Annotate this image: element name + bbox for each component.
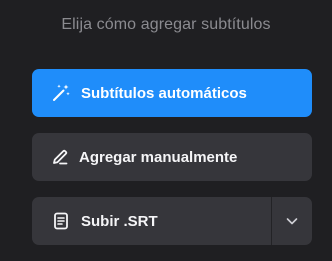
auto-subtitles-button[interactable]: Subtítulos automáticos [32, 69, 312, 117]
upload-srt-label: Subir .SRT [81, 212, 158, 230]
document-icon [51, 211, 71, 231]
subtitle-options-panel: Elija cómo agregar subtítulos Subtítulos… [0, 0, 332, 261]
panel-heading: Elija cómo agregar subtítulos [61, 16, 271, 33]
add-manually-button[interactable]: Agregar manualmente [32, 133, 312, 181]
upload-srt-button[interactable]: Subir .SRT [32, 197, 271, 245]
upload-srt-dropdown-toggle[interactable] [272, 197, 312, 245]
magic-wand-icon [51, 83, 71, 103]
auto-subtitles-label: Subtítulos automáticos [81, 84, 247, 102]
pencil-icon [50, 147, 70, 167]
upload-srt-split-button: Subir .SRT [32, 197, 312, 245]
chevron-down-icon [284, 213, 300, 229]
add-manually-label: Agregar manualmente [79, 148, 238, 166]
